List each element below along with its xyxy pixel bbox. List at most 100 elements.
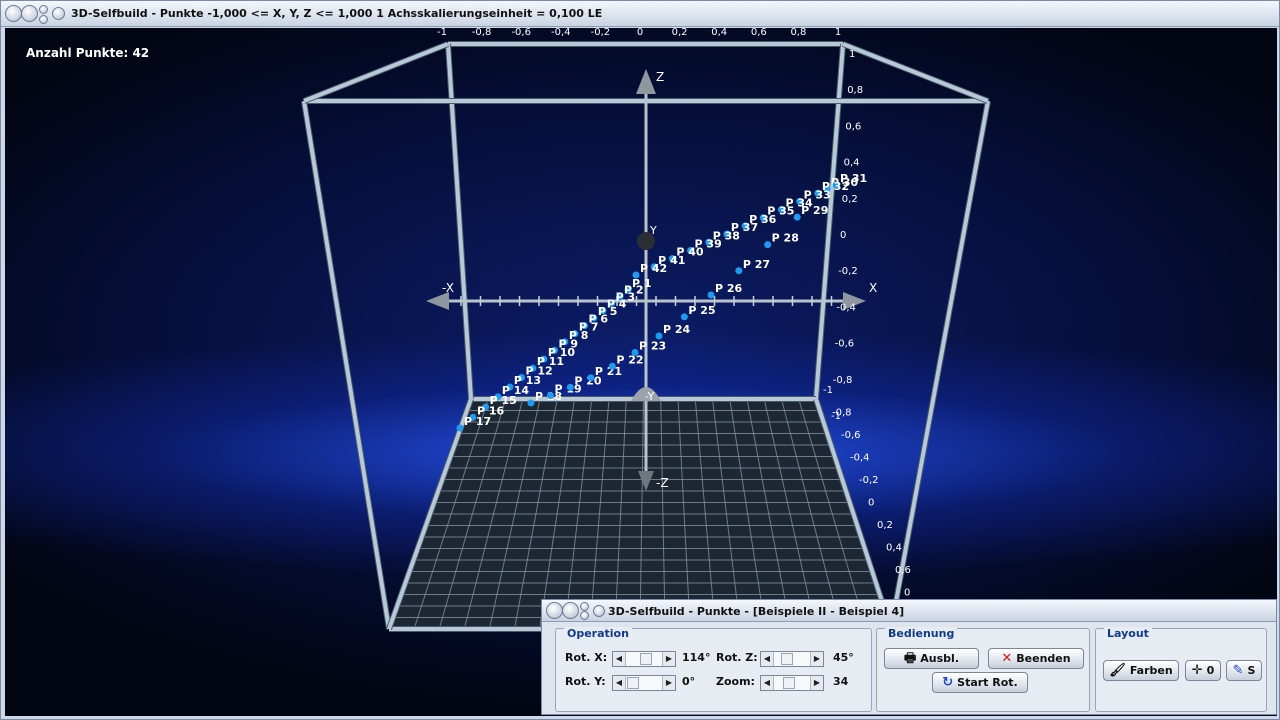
rot-z-slider[interactable]: ◀ ▶ — [760, 651, 824, 667]
rot-z-value: 45° — [833, 651, 854, 664]
data-point-label: P 17 — [464, 415, 491, 428]
top-tick-label: -0,4 — [551, 28, 571, 38]
rot-x-right-arrow-icon[interactable]: ▶ — [662, 652, 675, 666]
y-axis-label: Y — [649, 224, 657, 237]
right-lower-tick-label: 0,6 — [895, 565, 911, 576]
data-point-label: P 23 — [639, 339, 666, 352]
cp-small-button-top[interactable] — [580, 602, 589, 611]
colors-button[interactable]: 🖌 Farben — [1103, 660, 1179, 681]
zoom-right-arrow-icon[interactable]: ▶ — [810, 676, 823, 690]
right-lower-tick-label: -1 — [823, 385, 833, 396]
right-lower-tick-label: -0,4 — [850, 453, 870, 464]
cp-minimize-button[interactable] — [562, 602, 579, 619]
s-button[interactable]: ✎ S — [1226, 660, 1262, 681]
window-title: 3D-Selfbuild - Punkte -1,000 <= X, Y, Z … — [71, 7, 603, 20]
z-axis-label: Z — [656, 70, 664, 84]
brush-icon: 🖌 — [1109, 663, 1126, 678]
top-tick-label: 0,6 — [751, 28, 767, 38]
neg-y-axis-label: -Y — [645, 390, 655, 403]
layout-group: Layout 🖌 Farben ✛ 0 ✎ S — [1095, 627, 1267, 712]
window-menu-button[interactable] — [5, 5, 22, 22]
data-point[interactable] — [655, 332, 663, 340]
zoom-left-arrow-icon[interactable]: ◀ — [761, 676, 774, 690]
neg-x-axis-label: -X — [442, 281, 454, 295]
right-tick-label: 0,6 — [845, 121, 861, 132]
quit-button[interactable]: ✕ Beenden — [988, 648, 1084, 669]
top-tick-label: 0,2 — [672, 28, 688, 38]
right-tick-label: -0,2 — [838, 266, 858, 277]
right-lower-tick-label: -0,8 — [832, 408, 852, 419]
top-tick-label: 0 — [637, 28, 643, 38]
data-point[interactable] — [631, 348, 639, 356]
origin-button-label: 0 — [1206, 664, 1215, 677]
cp-roll-up-button[interactable] — [593, 605, 605, 617]
quit-button-label: Beenden — [1016, 652, 1071, 665]
data-point[interactable] — [566, 383, 574, 391]
origin-button[interactable]: ✛ 0 — [1185, 660, 1221, 681]
zoom-slider-thumb[interactable] — [783, 677, 795, 689]
right-lower-tick-label: -0,6 — [841, 430, 861, 441]
rot-x-left-arrow-icon[interactable]: ◀ — [613, 652, 626, 666]
right-tick-label: -0,8 — [833, 375, 853, 386]
small-button-top[interactable] — [39, 5, 48, 14]
rot-z-slider-thumb[interactable] — [781, 653, 793, 665]
rot-y-slider-thumb[interactable] — [627, 677, 639, 689]
rot-y-value: 0° — [682, 675, 696, 688]
rot-y-slider[interactable]: ◀ ▶ — [612, 675, 676, 691]
cp-small-button-bottom[interactable] — [580, 611, 589, 620]
frame-edge — [446, 43, 473, 400]
print-button-label: Ausbl. — [920, 652, 959, 665]
right-lower-tick-label: 0 — [868, 498, 874, 509]
frame-edge — [889, 100, 990, 630]
crosshair-icon: ✛ — [1191, 663, 1203, 678]
zoom-slider[interactable]: ◀ ▶ — [760, 675, 824, 691]
data-point[interactable] — [587, 374, 595, 382]
print-button[interactable]: 🖶 Ausbl. — [884, 648, 979, 669]
rot-z-left-arrow-icon[interactable]: ◀ — [761, 652, 774, 666]
operation-group: Operation Rot. X: ◀ ▶ 114° Rot. Y: ◀ ▶ 0… — [555, 627, 872, 712]
rot-x-slider[interactable]: ◀ ▶ — [612, 651, 676, 667]
control-panel-titlebar[interactable]: 3D-Selfbuild - Punkte - [Beispiele II - … — [542, 600, 1276, 622]
z-axis-arrow-icon — [636, 69, 656, 94]
data-point[interactable] — [527, 399, 535, 407]
right-tick-label: 1 — [849, 49, 855, 60]
minimize-button[interactable] — [21, 5, 38, 22]
data-point[interactable] — [793, 213, 801, 221]
data-point[interactable] — [456, 424, 464, 432]
top-tick-label: -1 — [437, 28, 447, 38]
data-point[interactable] — [546, 392, 554, 400]
data-point[interactable] — [764, 241, 772, 249]
rot-y-right-arrow-icon[interactable]: ▶ — [662, 676, 675, 690]
roll-up-button[interactable] — [52, 7, 65, 20]
data-point[interactable] — [735, 267, 743, 275]
data-point-label: P 27 — [743, 258, 770, 271]
data-point-label: P 26 — [715, 282, 743, 295]
bedienung-group: Bedienung 🖶 Ausbl. ✕ Beenden ↻ Start Rot… — [876, 627, 1090, 712]
control-panel-window: 3D-Selfbuild - Punkte - [Beispiele II - … — [541, 599, 1277, 715]
pen-icon: ✎ — [1232, 663, 1244, 678]
right-lower-tick-label: 0,2 — [877, 520, 893, 531]
data-point[interactable] — [707, 291, 715, 299]
right-lower-tick-label: -0,2 — [859, 475, 879, 486]
bedienung-group-title: Bedienung — [885, 627, 958, 640]
rot-z-label: Rot. Z: — [716, 651, 758, 664]
rot-y-label: Rot. Y: — [565, 675, 606, 688]
small-button-bottom[interactable] — [39, 15, 48, 24]
top-tick-label: 1 — [835, 28, 841, 38]
right-lower-tick-label: 0,4 — [886, 543, 902, 554]
data-point[interactable] — [680, 313, 688, 321]
main-titlebar[interactable]: 3D-Selfbuild - Punkte -1,000 <= X, Y, Z … — [1, 1, 1279, 27]
colors-button-label: Farben — [1129, 664, 1173, 677]
right-tick-label: 0,8 — [847, 85, 863, 96]
data-point[interactable] — [632, 271, 640, 279]
data-point-label: P 28 — [772, 232, 799, 245]
right-tick-label: 0 — [840, 230, 846, 241]
start-rotation-button[interactable]: ↻ Start Rot. — [932, 672, 1028, 693]
rot-x-slider-thumb[interactable] — [640, 653, 652, 665]
data-point[interactable] — [608, 362, 616, 370]
start-rotation-label: Start Rot. — [957, 676, 1018, 689]
cp-menu-button[interactable] — [546, 602, 563, 619]
rot-z-right-arrow-icon[interactable]: ▶ — [810, 652, 823, 666]
neg-z-axis-label: -Z — [656, 476, 669, 490]
rot-y-left-arrow-icon[interactable]: ◀ — [613, 676, 626, 690]
